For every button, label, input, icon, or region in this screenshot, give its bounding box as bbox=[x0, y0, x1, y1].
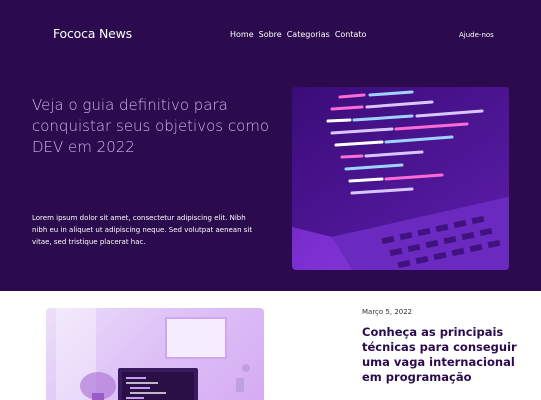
code-laptop-illustration bbox=[292, 87, 509, 270]
code-laptop-image bbox=[292, 87, 509, 270]
hero-section: Fococa News Home Sobre Categorias Contat… bbox=[0, 0, 541, 291]
hero-title: Veja o guia definitivo para conquistar s… bbox=[32, 96, 270, 156]
nav-categories[interactable]: Categorias bbox=[287, 30, 330, 39]
nav-home[interactable]: Home bbox=[230, 30, 254, 39]
desk-computer-image[interactable] bbox=[46, 308, 264, 400]
brand-logo[interactable]: Fococa News bbox=[53, 26, 132, 41]
hero-description: Lorem ipsum dolor sit amet, consectetur … bbox=[32, 214, 253, 246]
article-date: Março 5, 2022 bbox=[362, 308, 413, 316]
nav-about[interactable]: Sobre bbox=[259, 30, 282, 39]
desk-computer-illustration bbox=[46, 308, 264, 400]
nav-contact[interactable]: Contato bbox=[335, 30, 367, 39]
article-title[interactable]: Conheça as principais técnicas para cons… bbox=[362, 325, 527, 385]
help-link[interactable]: Ajude-nos bbox=[459, 31, 494, 39]
main-nav: Home Sobre Categorias Contato bbox=[230, 30, 366, 39]
